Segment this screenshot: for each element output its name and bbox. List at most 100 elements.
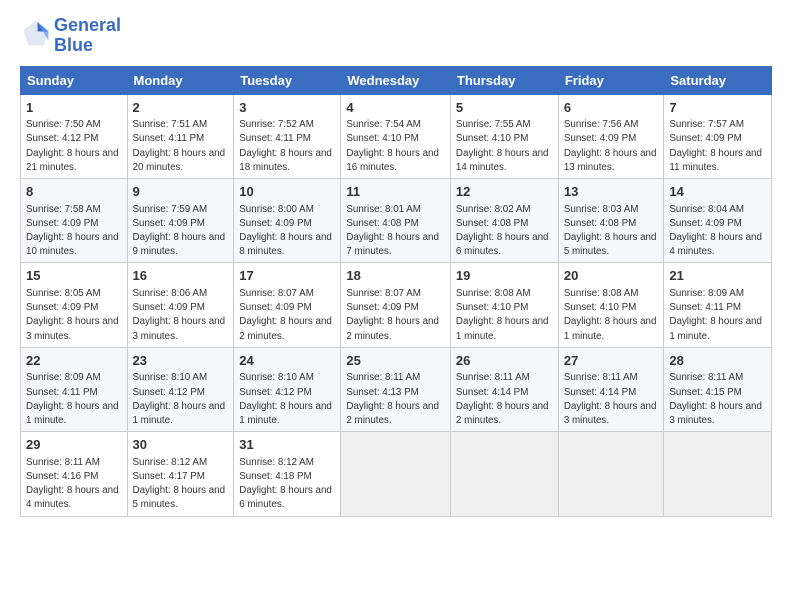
calendar-cell: 29 Sunrise: 8:11 AMSunset: 4:16 PMDaylig… (21, 432, 128, 516)
calendar-cell: 3 Sunrise: 7:52 AMSunset: 4:11 PMDayligh… (234, 94, 341, 178)
calendar-cell: 22 Sunrise: 8:09 AMSunset: 4:11 PMDaylig… (21, 347, 128, 431)
day-detail: Sunrise: 8:11 AMSunset: 4:14 PMDaylight:… (564, 372, 657, 426)
day-number: 9 (133, 183, 229, 201)
day-detail: Sunrise: 8:11 AMSunset: 4:15 PMDaylight:… (669, 372, 762, 426)
day-number: 31 (239, 436, 335, 454)
day-number: 3 (239, 99, 335, 117)
day-detail: Sunrise: 8:01 AMSunset: 4:08 PMDaylight:… (346, 204, 439, 258)
day-detail: Sunrise: 8:07 AMSunset: 4:09 PMDaylight:… (346, 288, 439, 342)
day-number: 16 (133, 267, 229, 285)
calendar-cell: 24 Sunrise: 8:10 AMSunset: 4:12 PMDaylig… (234, 347, 341, 431)
logo-icon (22, 19, 50, 47)
day-number: 2 (133, 99, 229, 117)
calendar-cell (664, 432, 772, 516)
calendar-row-3: 15 Sunrise: 8:05 AMSunset: 4:09 PMDaylig… (21, 263, 772, 347)
calendar-cell (341, 432, 451, 516)
day-number: 26 (456, 352, 553, 370)
day-detail: Sunrise: 8:07 AMSunset: 4:09 PMDaylight:… (239, 288, 332, 342)
calendar-cell: 14 Sunrise: 8:04 AMSunset: 4:09 PMDaylig… (664, 179, 772, 263)
day-number: 30 (133, 436, 229, 454)
day-detail: Sunrise: 7:58 AMSunset: 4:09 PMDaylight:… (26, 204, 119, 258)
calendar-row-5: 29 Sunrise: 8:11 AMSunset: 4:16 PMDaylig… (21, 432, 772, 516)
day-number: 11 (346, 183, 445, 201)
day-number: 20 (564, 267, 659, 285)
day-detail: Sunrise: 8:12 AMSunset: 4:17 PMDaylight:… (133, 457, 226, 511)
calendar-cell: 30 Sunrise: 8:12 AMSunset: 4:17 PMDaylig… (127, 432, 234, 516)
day-detail: Sunrise: 8:08 AMSunset: 4:10 PMDaylight:… (564, 288, 657, 342)
calendar-cell (558, 432, 664, 516)
day-number: 10 (239, 183, 335, 201)
day-detail: Sunrise: 8:11 AMSunset: 4:16 PMDaylight:… (26, 457, 119, 511)
calendar-cell: 21 Sunrise: 8:09 AMSunset: 4:11 PMDaylig… (664, 263, 772, 347)
page: General Blue SundayMondayTuesdayWednesda… (0, 0, 792, 612)
calendar-row-1: 1 Sunrise: 7:50 AMSunset: 4:12 PMDayligh… (21, 94, 772, 178)
day-number: 4 (346, 99, 445, 117)
day-number: 1 (26, 99, 122, 117)
day-detail: Sunrise: 8:10 AMSunset: 4:12 PMDaylight:… (239, 372, 332, 426)
calendar-cell: 1 Sunrise: 7:50 AMSunset: 4:12 PMDayligh… (21, 94, 128, 178)
col-header-friday: Friday (558, 66, 664, 94)
day-number: 22 (26, 352, 122, 370)
day-detail: Sunrise: 8:12 AMSunset: 4:18 PMDaylight:… (239, 457, 332, 511)
day-detail: Sunrise: 8:06 AMSunset: 4:09 PMDaylight:… (133, 288, 226, 342)
calendar-row-4: 22 Sunrise: 8:09 AMSunset: 4:11 PMDaylig… (21, 347, 772, 431)
day-number: 13 (564, 183, 659, 201)
day-number: 27 (564, 352, 659, 370)
day-detail: Sunrise: 7:56 AMSunset: 4:09 PMDaylight:… (564, 119, 657, 173)
col-header-monday: Monday (127, 66, 234, 94)
day-number: 18 (346, 267, 445, 285)
day-number: 8 (26, 183, 122, 201)
day-number: 21 (669, 267, 766, 285)
calendar-cell: 23 Sunrise: 8:10 AMSunset: 4:12 PMDaylig… (127, 347, 234, 431)
calendar-cell: 7 Sunrise: 7:57 AMSunset: 4:09 PMDayligh… (664, 94, 772, 178)
day-detail: Sunrise: 7:54 AMSunset: 4:10 PMDaylight:… (346, 119, 439, 173)
calendar-cell: 19 Sunrise: 8:08 AMSunset: 4:10 PMDaylig… (450, 263, 558, 347)
day-detail: Sunrise: 7:51 AMSunset: 4:11 PMDaylight:… (133, 119, 226, 173)
calendar-cell: 31 Sunrise: 8:12 AMSunset: 4:18 PMDaylig… (234, 432, 341, 516)
calendar-cell: 18 Sunrise: 8:07 AMSunset: 4:09 PMDaylig… (341, 263, 451, 347)
logo: General Blue (20, 16, 121, 56)
day-number: 23 (133, 352, 229, 370)
day-number: 19 (456, 267, 553, 285)
calendar-cell: 6 Sunrise: 7:56 AMSunset: 4:09 PMDayligh… (558, 94, 664, 178)
calendar-cell: 27 Sunrise: 8:11 AMSunset: 4:14 PMDaylig… (558, 347, 664, 431)
day-detail: Sunrise: 8:05 AMSunset: 4:09 PMDaylight:… (26, 288, 119, 342)
day-number: 28 (669, 352, 766, 370)
calendar-header-row: SundayMondayTuesdayWednesdayThursdayFrid… (21, 66, 772, 94)
day-number: 17 (239, 267, 335, 285)
col-header-sunday: Sunday (21, 66, 128, 94)
calendar-cell: 8 Sunrise: 7:58 AMSunset: 4:09 PMDayligh… (21, 179, 128, 263)
logo-text: General Blue (54, 16, 121, 56)
col-header-saturday: Saturday (664, 66, 772, 94)
day-detail: Sunrise: 7:57 AMSunset: 4:09 PMDaylight:… (669, 119, 762, 173)
calendar-cell: 15 Sunrise: 8:05 AMSunset: 4:09 PMDaylig… (21, 263, 128, 347)
calendar-cell: 12 Sunrise: 8:02 AMSunset: 4:08 PMDaylig… (450, 179, 558, 263)
day-detail: Sunrise: 7:55 AMSunset: 4:10 PMDaylight:… (456, 119, 549, 173)
calendar-cell: 17 Sunrise: 8:07 AMSunset: 4:09 PMDaylig… (234, 263, 341, 347)
col-header-wednesday: Wednesday (341, 66, 451, 94)
day-number: 15 (26, 267, 122, 285)
calendar-cell (450, 432, 558, 516)
day-number: 6 (564, 99, 659, 117)
calendar-cell: 16 Sunrise: 8:06 AMSunset: 4:09 PMDaylig… (127, 263, 234, 347)
day-detail: Sunrise: 8:03 AMSunset: 4:08 PMDaylight:… (564, 204, 657, 258)
day-number: 29 (26, 436, 122, 454)
day-detail: Sunrise: 8:09 AMSunset: 4:11 PMDaylight:… (26, 372, 119, 426)
day-number: 5 (456, 99, 553, 117)
day-detail: Sunrise: 8:11 AMSunset: 4:14 PMDaylight:… (456, 372, 549, 426)
calendar-cell: 25 Sunrise: 8:11 AMSunset: 4:13 PMDaylig… (341, 347, 451, 431)
calendar-cell: 28 Sunrise: 8:11 AMSunset: 4:15 PMDaylig… (664, 347, 772, 431)
day-number: 24 (239, 352, 335, 370)
day-detail: Sunrise: 8:11 AMSunset: 4:13 PMDaylight:… (346, 372, 439, 426)
col-header-tuesday: Tuesday (234, 66, 341, 94)
day-detail: Sunrise: 7:59 AMSunset: 4:09 PMDaylight:… (133, 204, 226, 258)
calendar-cell: 26 Sunrise: 8:11 AMSunset: 4:14 PMDaylig… (450, 347, 558, 431)
day-detail: Sunrise: 7:52 AMSunset: 4:11 PMDaylight:… (239, 119, 332, 173)
calendar-cell: 13 Sunrise: 8:03 AMSunset: 4:08 PMDaylig… (558, 179, 664, 263)
calendar-row-2: 8 Sunrise: 7:58 AMSunset: 4:09 PMDayligh… (21, 179, 772, 263)
header: General Blue (20, 16, 772, 56)
calendar-cell: 11 Sunrise: 8:01 AMSunset: 4:08 PMDaylig… (341, 179, 451, 263)
day-number: 14 (669, 183, 766, 201)
day-detail: Sunrise: 8:10 AMSunset: 4:12 PMDaylight:… (133, 372, 226, 426)
calendar-cell: 9 Sunrise: 7:59 AMSunset: 4:09 PMDayligh… (127, 179, 234, 263)
